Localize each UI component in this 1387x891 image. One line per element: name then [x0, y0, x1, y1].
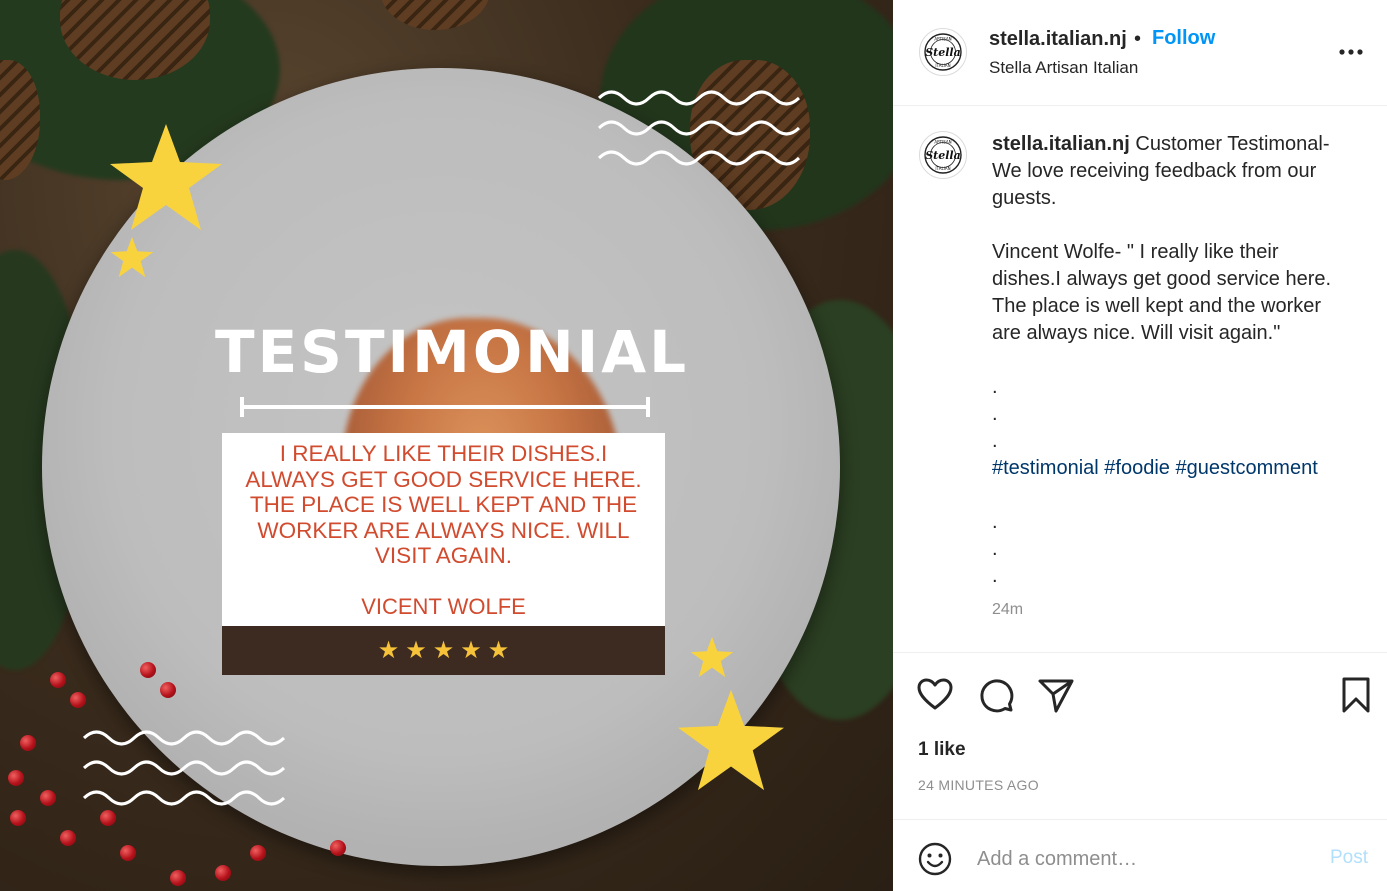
like-count[interactable]: 1 like	[918, 739, 966, 761]
heart-icon[interactable]	[915, 675, 955, 715]
rating-bar: ★ ★ ★ ★ ★	[222, 626, 665, 675]
follow-button[interactable]: Follow	[1152, 27, 1215, 50]
post-side-panel: Stella ARTISAN ITALIAN stella.italian.nj…	[893, 0, 1387, 891]
hashtag-link[interactable]: #foodie	[1104, 457, 1170, 479]
red-berry	[100, 810, 116, 826]
rating-star-icon: ★	[460, 636, 482, 664]
post-actions: 1 like 24 MINUTES AGO	[893, 652, 1387, 820]
quote-author: VICENT WOLFE	[361, 594, 526, 619]
caption-dot: .	[992, 430, 998, 452]
caption-dot: .	[992, 403, 998, 425]
star-decoration	[690, 636, 734, 678]
wave-decoration	[82, 730, 286, 806]
svg-text:ITALIAN: ITALIAN	[935, 166, 950, 171]
red-berry	[40, 790, 56, 806]
share-icon[interactable]	[1036, 675, 1076, 715]
caption-dot: .	[992, 376, 998, 398]
username-link[interactable]: stella.italian.nj	[989, 28, 1127, 51]
comment-bar: Post	[893, 820, 1387, 891]
comment-icon[interactable]	[976, 675, 1016, 715]
quote-text: I REALLY LIKE THEIR DISHES.I ALWAYS GET …	[245, 441, 642, 568]
caption-text: Customer Testimonal-	[1135, 133, 1330, 155]
quote-card: I REALLY LIKE THEIR DISHES.I ALWAYS GET …	[222, 433, 665, 626]
red-berry	[140, 662, 156, 678]
caption-dot: .	[992, 511, 998, 533]
svg-text:Stella: Stella	[925, 149, 961, 162]
pinecone	[380, 0, 490, 30]
red-berry	[8, 770, 24, 786]
red-berry	[215, 865, 231, 881]
stella-logo-icon: Stella ARTISAN ITALIAN	[924, 33, 962, 71]
avatar[interactable]: Stella ARTISAN ITALIAN	[919, 131, 967, 179]
separator-dot: •	[1134, 28, 1142, 50]
svg-text:ITALIAN: ITALIAN	[935, 63, 950, 68]
caption-dot: .	[992, 565, 998, 587]
svg-text:ARTISAN: ARTISAN	[934, 140, 951, 145]
red-berry	[250, 845, 266, 861]
svg-text:ARTISAN: ARTISAN	[934, 37, 951, 42]
red-berry	[70, 692, 86, 708]
caption-text: Vincent Wolfe- " I really like their	[992, 241, 1279, 263]
red-berry	[120, 845, 136, 861]
star-decoration	[110, 236, 154, 278]
star-decoration	[110, 124, 222, 230]
caption-dot: .	[992, 538, 998, 560]
bookmark-icon[interactable]	[1336, 675, 1376, 715]
caption-username[interactable]: stella.italian.nj	[992, 133, 1130, 155]
testimonial-title: TESTIMONIAL	[215, 318, 690, 386]
stella-logo-icon: Stella ARTISAN ITALIAN	[924, 136, 962, 174]
red-berry	[20, 735, 36, 751]
caption-text: are always nice. Will visit again."	[992, 322, 1281, 344]
hashtag-link[interactable]: #guestcomment	[1175, 457, 1317, 479]
post-caption: stella.italian.nj Customer Testimonal- W…	[992, 131, 1362, 590]
post-header: Stella ARTISAN ITALIAN stella.italian.nj…	[893, 0, 1387, 106]
emoji-icon[interactable]	[918, 842, 952, 876]
caption-age[interactable]: 24m	[992, 601, 1023, 619]
more-horizontal-icon[interactable]	[1337, 38, 1365, 66]
svg-text:Stella: Stella	[925, 46, 961, 59]
hashtag-link[interactable]: #testimonial	[992, 457, 1099, 479]
caption-text: The place is well kept and the worker	[992, 295, 1322, 317]
red-berry	[170, 870, 186, 886]
caption-text: guests.	[992, 187, 1057, 209]
post-timestamp[interactable]: 24 MINUTES AGO	[918, 777, 1039, 793]
title-divider	[240, 397, 650, 417]
avatar[interactable]: Stella ARTISAN ITALIAN	[919, 28, 967, 76]
rating-star-icon: ★	[377, 636, 400, 664]
wave-decoration	[597, 90, 801, 166]
red-berry	[50, 672, 66, 688]
location-subtitle[interactable]: Stella Artisan Italian	[989, 58, 1138, 78]
comment-input[interactable]	[977, 842, 1307, 876]
star-decoration	[678, 689, 784, 791]
rating-star-icon: ★	[487, 636, 510, 664]
rating-star-icon: ★	[405, 636, 427, 664]
red-berry	[10, 810, 26, 826]
red-berry	[160, 682, 176, 698]
red-berry	[60, 830, 76, 846]
post-image[interactable]: TESTIMONIAL I REALLY LIKE THEIR DISHES.I…	[0, 0, 893, 891]
caption-text: We love receiving feedback from our	[992, 160, 1317, 182]
red-berry	[330, 840, 346, 856]
caption-text: dishes.I always get good service here.	[992, 268, 1332, 290]
post-comment-button[interactable]: Post	[1330, 847, 1368, 869]
rating-star-icon: ★	[432, 636, 455, 664]
